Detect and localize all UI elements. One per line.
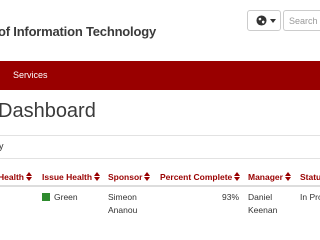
status-cell: In Pro: [300, 192, 320, 202]
column-header-status[interactable]: Status: [300, 172, 320, 182]
globe-icon: [256, 15, 267, 26]
language-button[interactable]: [247, 10, 281, 31]
table-header-divider: [0, 185, 320, 187]
sort-icon: [94, 172, 101, 181]
sponsor-last-name: Ananou: [108, 205, 138, 215]
column-label: Sponsor: [108, 172, 143, 182]
site-brand[interactable]: of Information Technology: [0, 24, 156, 39]
manager-last-name: Keenan: [248, 205, 278, 215]
column-header-issue-health[interactable]: Issue Health: [42, 172, 101, 182]
divider: [0, 158, 320, 159]
sort-icon: [284, 172, 291, 181]
page-subtitle-row: y: [0, 136, 320, 158]
main-nav: Services: [0, 61, 320, 90]
nav-item-services[interactable]: Services: [13, 70, 48, 80]
sort-icon: [234, 172, 241, 181]
page-subtitle: y: [0, 141, 4, 151]
sponsor-first-name: Simeon: [108, 192, 137, 202]
site-header: of Information Technology: [0, 0, 320, 60]
column-label: Health: [0, 172, 24, 182]
page-title: Dashboard: [0, 100, 96, 122]
chevron-down-icon: [270, 19, 276, 23]
sort-icon: [144, 172, 151, 181]
manager-first-name: Daniel: [248, 192, 273, 202]
column-label: Manager: [248, 172, 283, 182]
percent-complete-cell: 93%: [222, 192, 240, 202]
search-input[interactable]: [283, 10, 320, 31]
column-label: Issue Health: [42, 172, 93, 182]
column-label: Percent Complete: [160, 172, 233, 182]
column-header-manager[interactable]: Manager: [248, 172, 291, 182]
sort-icon: [25, 172, 32, 181]
issue-health-cell: Green: [54, 192, 78, 202]
column-header-health[interactable]: Health: [0, 172, 32, 182]
column-header-sponsor[interactable]: Sponsor: [108, 172, 151, 182]
health-status-swatch: [42, 193, 50, 201]
column-header-percent-complete[interactable]: Percent Complete: [160, 172, 241, 182]
column-label: Status: [300, 172, 320, 182]
